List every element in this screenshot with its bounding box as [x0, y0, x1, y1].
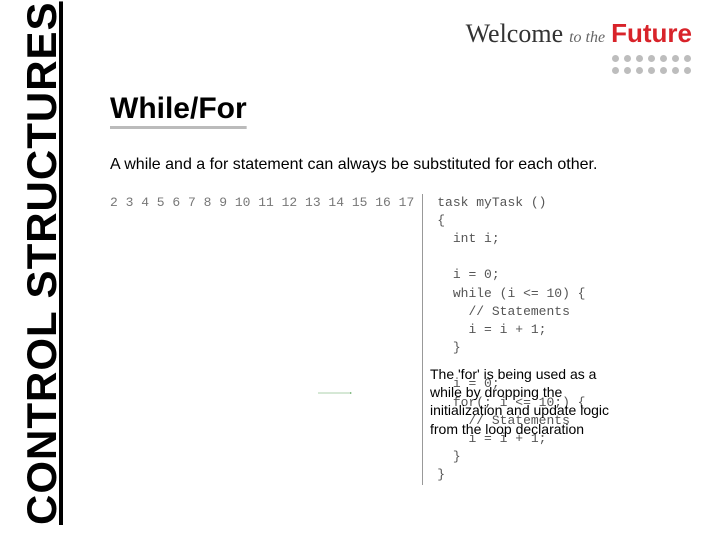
code-block: 2 3 4 5 6 7 8 9 10 11 12 13 14 15 16 17 … — [110, 194, 692, 485]
annotation-text: The 'for' is being used as a while by dr… — [430, 365, 630, 438]
body-text: A while and a for statement can always b… — [110, 154, 692, 176]
logo-tothe: to the — [569, 29, 605, 47]
header-logo: Welcome to the Future — [466, 18, 692, 75]
code-lines: task myTask () { int i; i = 0; while (i … — [423, 194, 585, 485]
logo-dot-grid — [612, 55, 692, 75]
annotation-arrow — [250, 392, 420, 394]
logo-future: Future — [611, 18, 692, 49]
slide-title: While/For — [110, 92, 692, 126]
sidebar-vertical-title: CONTROL STRUCTURES — [18, 1, 66, 525]
code-line-numbers: 2 3 4 5 6 7 8 9 10 11 12 13 14 15 16 17 — [110, 194, 423, 485]
logo-welcome: Welcome — [466, 19, 564, 49]
